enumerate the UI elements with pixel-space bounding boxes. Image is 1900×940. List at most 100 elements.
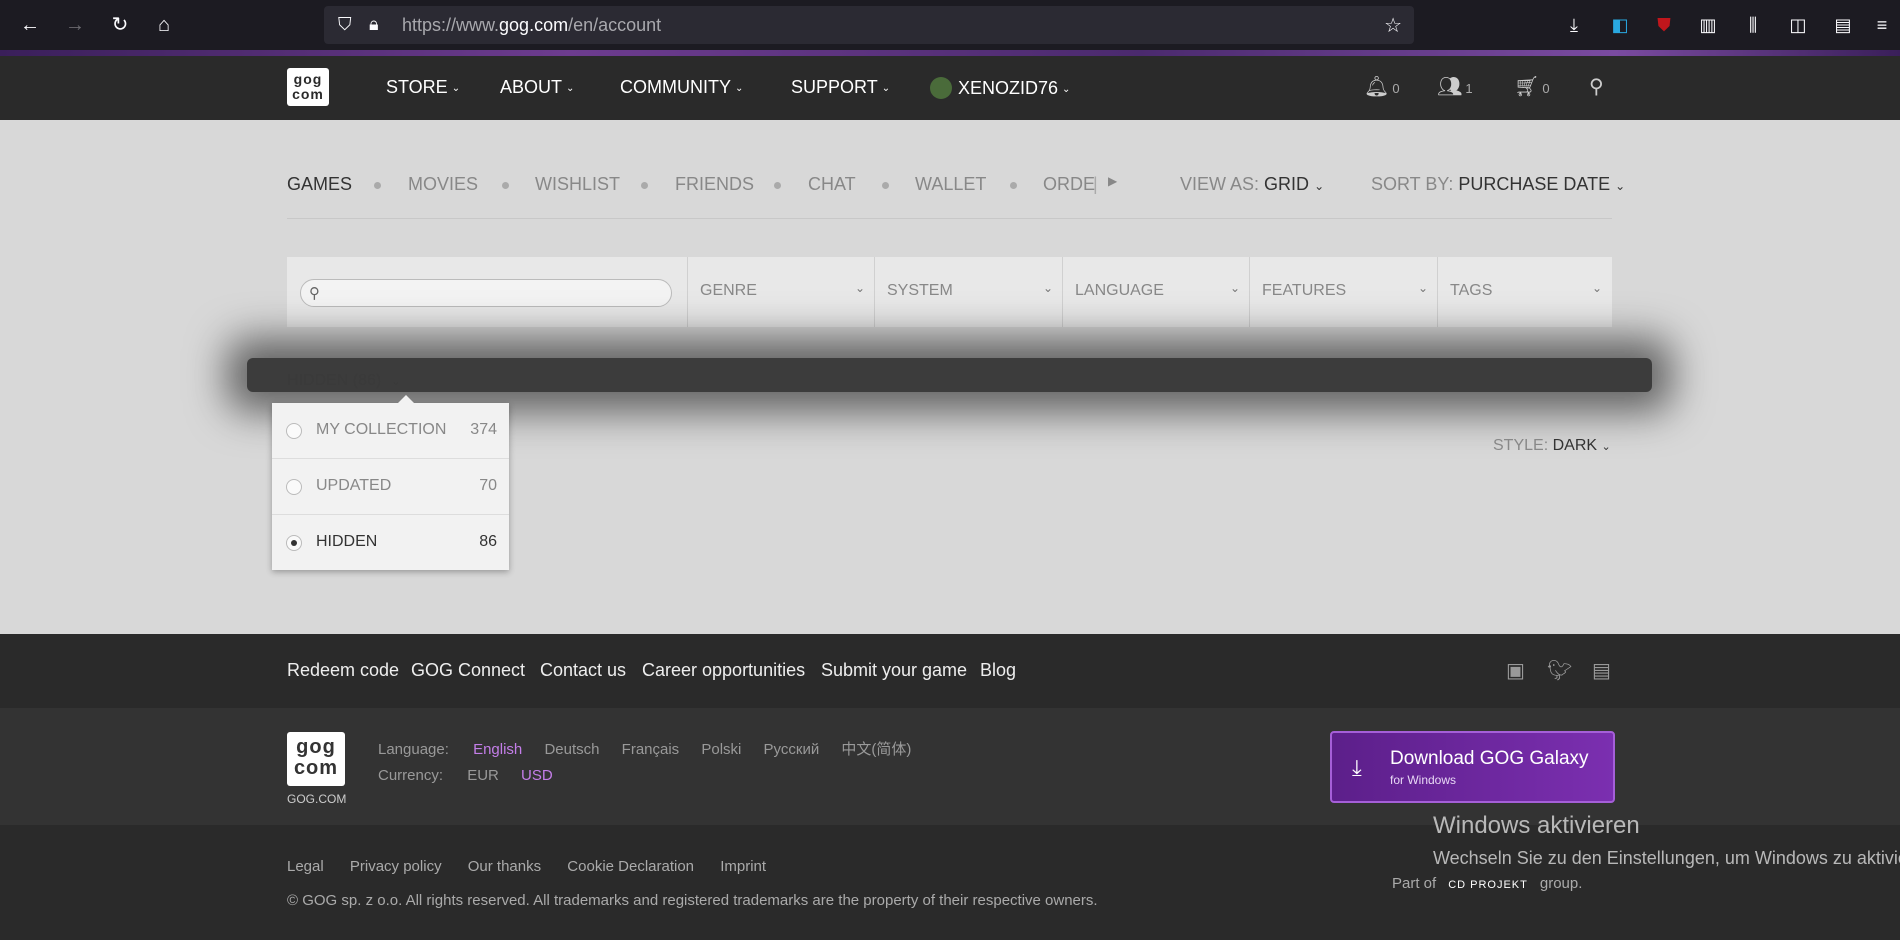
twitch-icon[interactable]: ▤: [1592, 658, 1611, 683]
tabs-divider: |: [1093, 174, 1098, 194]
cart-button[interactable]: 🛒︎ 0: [1514, 74, 1550, 99]
gog-logo[interactable]: gog com: [287, 68, 329, 106]
friends-icon: 👥︎: [1437, 76, 1463, 98]
gog-connect-link[interactable]: GOG Connect: [411, 660, 525, 681]
genre-filter[interactable]: GENRE ⌄: [687, 257, 875, 327]
sidebar-icon[interactable]: ◫: [1786, 13, 1810, 37]
lang-francais[interactable]: Français: [622, 741, 680, 758]
radio-button[interactable]: [286, 479, 302, 495]
imprint-link[interactable]: Imprint: [720, 858, 766, 875]
tab-orders[interactable]: ORDE: [1043, 174, 1095, 195]
dropdown-arrow: [398, 395, 414, 403]
lang-polski[interactable]: Polski: [701, 741, 741, 758]
features-filter[interactable]: FEATURES ⌄: [1249, 257, 1438, 327]
nav-store[interactable]: STORE ⌄: [386, 77, 460, 98]
sort-by-select[interactable]: SORT BY: PURCHASE DATE ⌄: [1371, 174, 1625, 195]
cd-projekt-logo[interactable]: CD PROJEKT: [1448, 879, 1528, 891]
tab-separator: [374, 182, 381, 189]
currency-eur[interactable]: EUR: [467, 767, 499, 784]
tab-games[interactable]: GAMES: [287, 174, 352, 195]
lang-english[interactable]: English: [473, 741, 522, 758]
download-galaxy-button[interactable]: ⤓ Download GOG Galaxy for Windows: [1330, 731, 1615, 803]
tags-filter[interactable]: TAGS ⌄: [1437, 257, 1612, 327]
tab-separator: [641, 182, 648, 189]
thanks-link[interactable]: Our thanks: [468, 858, 541, 875]
search-input[interactable]: ⚲: [300, 279, 672, 307]
notifications-button[interactable]: 🔔︎ 0: [1364, 74, 1400, 99]
address-bar[interactable]: ⛉ 🔒︎ https://www.gog.com/en/account ☆: [324, 6, 1414, 44]
reload-icon[interactable]: ↻: [106, 11, 134, 39]
gog-logo[interactable]: gog com: [287, 732, 345, 786]
bookmark-star-icon[interactable]: ☆: [1384, 13, 1402, 38]
footer-links: Redeem code GOG Connect Contact us Caree…: [0, 634, 1900, 708]
menu-icon[interactable]: ≡: [1870, 13, 1894, 37]
nav-about[interactable]: ABOUT ⌄: [500, 77, 574, 98]
nav-support[interactable]: SUPPORT ⌄: [791, 77, 890, 98]
view-as-select[interactable]: VIEW AS: GRID ⌄: [1180, 174, 1324, 195]
careers-link[interactable]: Career opportunities: [642, 660, 805, 681]
bell-icon: 🔔︎: [1364, 76, 1390, 98]
legal-link[interactable]: Legal: [287, 858, 324, 875]
chevron-down-icon: ⌄: [391, 376, 401, 388]
lang-deutsch[interactable]: Deutsch: [544, 741, 599, 758]
radio-button[interactable]: [286, 535, 302, 551]
chevron-down-icon: ⌄: [1601, 441, 1611, 453]
privacy-link[interactable]: Privacy policy: [350, 858, 442, 875]
trash-icon[interactable]: ▤: [1831, 13, 1855, 37]
shield-icon[interactable]: ⛉: [338, 14, 352, 35]
extension-icon[interactable]: ◧: [1608, 13, 1632, 37]
collection-dropdown: MY COLLECTION 374 UPDATED 70 HIDDEN 86: [272, 395, 509, 571]
redeem-code-link[interactable]: Redeem code: [287, 660, 399, 681]
back-arrow-icon[interactable]: ←: [16, 11, 44, 39]
chevron-down-icon: ⌄: [1229, 281, 1240, 295]
home-icon[interactable]: ⌂: [150, 11, 178, 39]
friends-button[interactable]: 👥︎ 1: [1437, 74, 1473, 99]
site-header: gog com STORE ⌄ ABOUT ⌄ COMMUNITY ⌄ SUPPORT ⌄…: [0, 56, 1900, 120]
copyright: © GOG sp. z o.o. All rights reserved. Al…: [287, 892, 1098, 909]
extension-grid-icon[interactable]: ▥: [1696, 13, 1720, 37]
option-label: HIDDEN: [316, 533, 378, 550]
tab-friends[interactable]: FRIENDS: [675, 174, 754, 195]
chevron-down-icon: ⌄: [1591, 281, 1602, 295]
system-label: SYSTEM: [887, 282, 953, 299]
lang-russian[interactable]: Русский: [764, 741, 820, 758]
option-updated[interactable]: UPDATED 70: [272, 459, 509, 515]
downloads-icon[interactable]: ⤓: [1562, 13, 1586, 37]
url-text[interactable]: https://www.gog.com/en/account: [402, 15, 661, 36]
cookie-link[interactable]: Cookie Declaration: [567, 858, 694, 875]
forward-arrow-icon[interactable]: →: [61, 11, 89, 39]
currency-usd[interactable]: USD: [521, 767, 553, 784]
radio-button[interactable]: [286, 423, 302, 439]
option-count: 86: [479, 533, 497, 550]
collection-select[interactable]: HIDDEN (86) ⌄: [287, 372, 400, 390]
tabs-scroll-right-icon[interactable]: ▶: [1108, 174, 1117, 188]
language-filter[interactable]: LANGUAGE ⌄: [1062, 257, 1250, 327]
nav-user[interactable]: XENOZID76 ⌄: [930, 77, 1070, 99]
chevron-down-icon: ⌄: [881, 83, 891, 94]
library-icon[interactable]: ⫼: [1741, 13, 1765, 37]
facebook-icon[interactable]: ▣: [1506, 658, 1525, 683]
search-icon[interactable]: ⚲: [1589, 74, 1604, 99]
tab-wishlist[interactable]: WISHLIST: [535, 174, 620, 195]
lock-icon[interactable]: 🔒︎: [369, 14, 379, 35]
option-hidden[interactable]: HIDDEN 86: [272, 515, 509, 571]
footer-settings: gog com GOG.COM Language: English Deutsch…: [0, 708, 1900, 825]
ublock-icon[interactable]: ⛊: [1652, 13, 1676, 37]
windows-activation-watermark: Windows aktivieren Wechseln Sie zu den E…: [1433, 812, 1900, 869]
blog-link[interactable]: Blog: [980, 660, 1016, 681]
legal-links: Legal Privacy policy Our thanks Cookie D…: [287, 858, 788, 875]
style-select[interactable]: STYLE: DARK ⌄: [1493, 437, 1611, 455]
overlay-bar: [247, 358, 1652, 392]
twitter-icon[interactable]: 🐦︎: [1547, 658, 1572, 683]
nav-community[interactable]: COMMUNITY ⌄: [620, 77, 743, 98]
system-filter[interactable]: SYSTEM ⌄: [874, 257, 1063, 327]
submit-game-link[interactable]: Submit your game: [821, 660, 967, 681]
part-of-cdp: Part of CD PROJEKT group.: [1392, 875, 1583, 892]
tab-movies[interactable]: MOVIES: [408, 174, 478, 195]
option-my-collection[interactable]: MY COLLECTION 374: [272, 403, 509, 459]
browser-toolbar: ← → ↻ ⌂ ⛉ 🔒︎ https://www.gog.com/en/acco…: [0, 0, 1900, 50]
tab-chat[interactable]: CHAT: [808, 174, 856, 195]
contact-link[interactable]: Contact us: [540, 660, 626, 681]
lang-chinese[interactable]: 中文(简体): [841, 741, 911, 758]
tab-wallet[interactable]: WALLET: [915, 174, 986, 195]
